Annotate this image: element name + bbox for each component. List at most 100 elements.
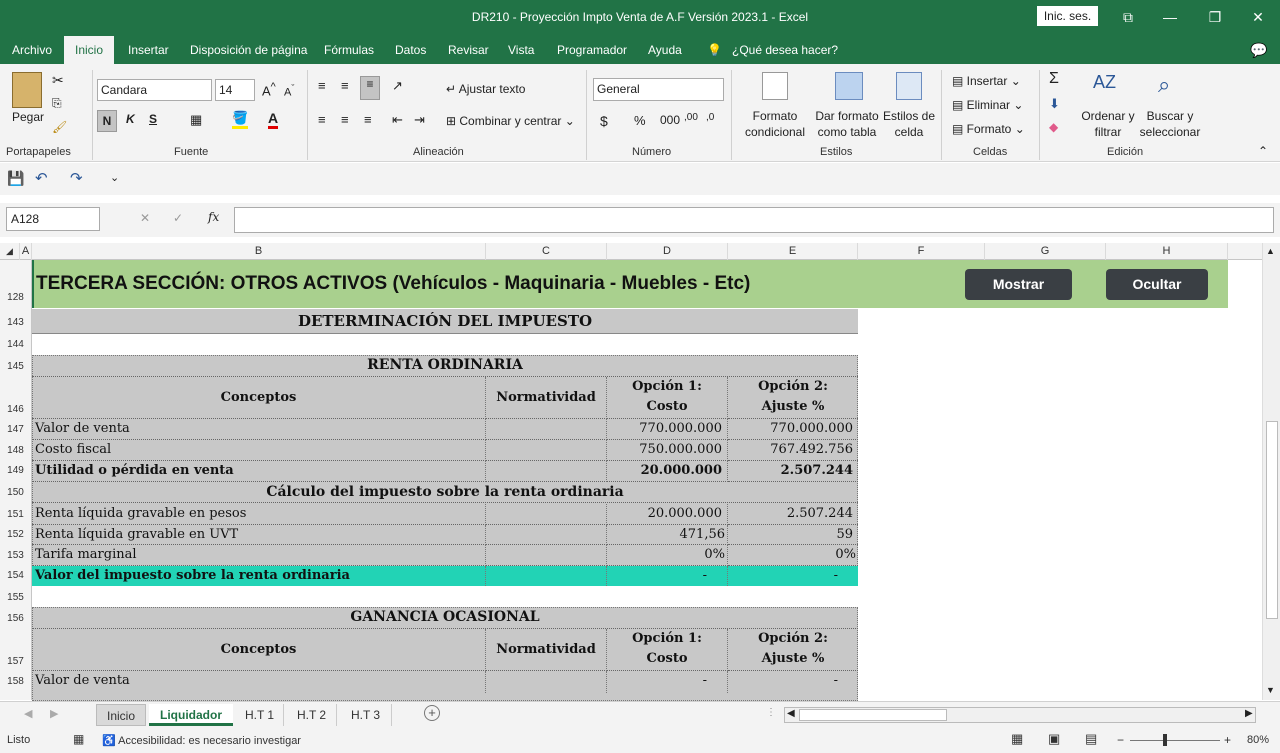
align-left-icon[interactable]: ≡	[318, 112, 326, 127]
customize-qat-icon[interactable]: ⌄	[110, 171, 119, 184]
tab-vista[interactable]: Vista	[508, 36, 534, 64]
minimize-icon[interactable]: —	[1150, 6, 1190, 28]
format-table-icon[interactable]	[835, 72, 863, 100]
add-sheet-icon[interactable]: +	[424, 705, 440, 721]
accessibility-status[interactable]: ♿ Accesibilidad: es necesario investigar	[102, 734, 301, 747]
align-center-icon[interactable]: ≡	[341, 112, 349, 127]
tab-revisar[interactable]: Revisar	[448, 36, 489, 64]
col-header-c[interactable]: C	[486, 243, 607, 260]
find-select-button[interactable]: Buscar y seleccionar	[1135, 108, 1205, 140]
row-header[interactable]: 145	[0, 361, 31, 372]
close-icon[interactable]: ✕	[1238, 6, 1278, 28]
autosum-icon[interactable]: Σ	[1049, 70, 1059, 88]
tab-split-icon[interactable]: ⋮	[766, 707, 776, 718]
find-select-icon[interactable]: ⌕	[1158, 72, 1170, 98]
zoom-level[interactable]: 80%	[1247, 734, 1269, 746]
align-right-icon[interactable]: ≡	[364, 112, 372, 127]
col-header-d[interactable]: D	[607, 243, 728, 260]
tab-insertar[interactable]: Insertar	[128, 36, 169, 64]
col-header-a[interactable]: A	[20, 243, 32, 260]
select-all-corner[interactable]: ◢	[0, 243, 20, 260]
insert-cells-button[interactable]: ▤ Insertar ⌄	[952, 74, 1021, 88]
scroll-thumb[interactable]	[1266, 421, 1278, 619]
sort-filter-button[interactable]: Ordenar y filtrar	[1078, 108, 1138, 140]
row-header[interactable]: 144	[0, 339, 31, 350]
zoom-slider-thumb[interactable]	[1163, 734, 1167, 746]
scroll-right-icon[interactable]: ▶	[1245, 708, 1253, 719]
font-size-select[interactable]: 14	[215, 79, 255, 101]
row-header[interactable]: 149	[0, 465, 31, 476]
undo-icon[interactable]: ↶	[35, 169, 48, 187]
sign-in-button[interactable]: Inic. ses.	[1037, 6, 1098, 26]
tab-disposicion[interactable]: Disposición de página	[190, 36, 307, 64]
prev-sheet-icon[interactable]: ◀	[24, 707, 32, 720]
row-header[interactable]: 143	[0, 317, 31, 328]
scroll-up-icon[interactable]: ▲	[1266, 246, 1275, 256]
copy-icon[interactable]: ⎘	[52, 96, 62, 111]
tab-archivo[interactable]: Archivo	[12, 36, 52, 64]
row-header[interactable]: 152	[0, 529, 31, 540]
align-top-icon[interactable]: ≡	[318, 78, 326, 93]
tab-inicio[interactable]: Inicio	[64, 36, 114, 64]
cell-styles-button[interactable]: Estilos de celda	[880, 108, 938, 140]
formula-input[interactable]	[234, 207, 1274, 233]
h-scroll-thumb[interactable]	[799, 709, 947, 721]
ocultar-button[interactable]: Ocultar	[1106, 269, 1208, 300]
row-header[interactable]: 155	[0, 592, 31, 603]
sheet-tab-ht2[interactable]: H.T 2	[287, 704, 337, 726]
bold-button[interactable]: N	[97, 110, 117, 132]
increase-indent-icon[interactable]: ⇥	[414, 112, 425, 128]
fill-color-icon[interactable]: 🪣	[232, 110, 249, 129]
tab-datos[interactable]: Datos	[395, 36, 426, 64]
paste-button[interactable]: Pegar	[12, 110, 44, 124]
macro-record-icon[interactable]: ▦	[73, 732, 84, 746]
page-break-icon[interactable]: ▤	[1085, 731, 1097, 747]
conditional-format-button[interactable]: Formato condicional	[740, 108, 810, 140]
align-bottom-icon[interactable]: ≡	[360, 76, 380, 100]
format-cells-button[interactable]: ▤ Formato ⌄	[952, 122, 1025, 136]
wrap-text-button[interactable]: ↵ Ajustar texto	[446, 82, 525, 96]
row-header[interactable]: 153	[0, 550, 31, 561]
cut-icon[interactable]: ✂	[52, 72, 64, 89]
normal-view-icon[interactable]: ▦	[1011, 731, 1023, 747]
borders-icon[interactable]: ▦	[190, 112, 202, 128]
row-header[interactable]: 154	[0, 570, 31, 581]
increase-decimal-icon[interactable]: ,00	[684, 112, 698, 123]
decrease-font-icon[interactable]: Aˇ	[284, 83, 294, 99]
underline-button[interactable]: S	[149, 112, 157, 126]
tab-ayuda[interactable]: Ayuda	[648, 36, 682, 64]
cell-styles-icon[interactable]	[896, 72, 922, 100]
scroll-down-icon[interactable]: ▼	[1266, 685, 1275, 695]
next-sheet-icon[interactable]: ▶	[50, 707, 58, 720]
name-box[interactable]: A128	[6, 207, 100, 231]
col-header-g[interactable]: G	[985, 243, 1106, 260]
tab-programador[interactable]: Programador	[557, 36, 627, 64]
sheet-tab-ht1[interactable]: H.T 1	[236, 704, 284, 726]
conditional-format-icon[interactable]	[762, 72, 788, 100]
col-header-b[interactable]: B	[32, 243, 486, 260]
align-middle-icon[interactable]: ≡	[341, 78, 349, 93]
row-header[interactable]: 146	[0, 404, 31, 415]
sort-filter-icon[interactable]: AZ	[1093, 72, 1116, 93]
zoom-out-icon[interactable]: −	[1117, 733, 1124, 747]
scroll-left-icon[interactable]: ◀	[787, 708, 795, 719]
horizontal-scrollbar[interactable]: ◀ ▶	[784, 707, 1256, 723]
sheet-tab-inicio[interactable]: Inicio	[96, 704, 146, 726]
row-header[interactable]: 157	[0, 656, 31, 667]
decrease-decimal-icon[interactable]: ,0	[706, 112, 714, 123]
font-name-select[interactable]: Candara	[97, 79, 212, 101]
function-icon[interactable]: fx	[208, 210, 219, 224]
row-header[interactable]: 128	[0, 292, 31, 303]
comments-icon[interactable]: 💬	[1250, 36, 1267, 64]
orientation-icon[interactable]: ↗	[392, 78, 403, 94]
merge-center-button[interactable]: ⊞ Combinar y centrar ⌄	[446, 114, 575, 128]
number-format-select[interactable]: General	[593, 78, 724, 101]
tab-formulas[interactable]: Fórmulas	[324, 36, 374, 64]
col-header-h[interactable]: H	[1106, 243, 1228, 260]
sheet-tab-ht3[interactable]: H.T 3	[340, 704, 392, 726]
enter-icon[interactable]: ✓	[173, 211, 183, 225]
row-header[interactable]: 150	[0, 487, 31, 498]
redo-icon[interactable]: ↷	[70, 169, 83, 187]
row-header[interactable]: 158	[0, 676, 31, 687]
format-table-button[interactable]: Dar formato como tabla	[812, 108, 882, 140]
